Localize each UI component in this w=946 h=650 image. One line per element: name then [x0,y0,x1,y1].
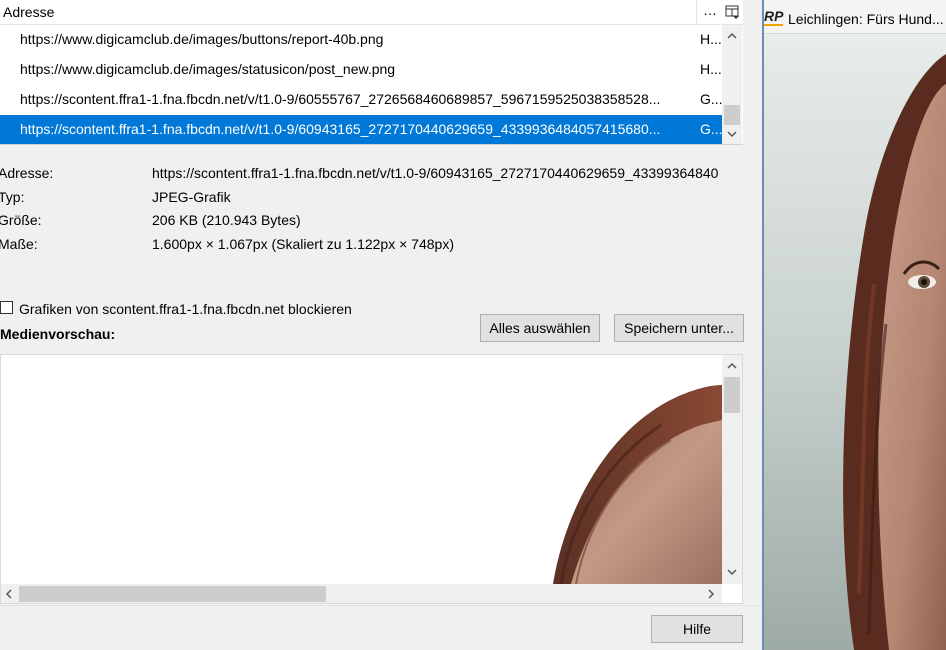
background-browser-window[interactable]: RP Leichlingen: Fürs Hund... [764,0,946,650]
scroll-down-arrow-icon[interactable] [722,563,742,581]
tab-title[interactable]: Leichlingen: Fürs Hund... [788,11,944,27]
type-value: JPEG-Grafik [152,189,231,205]
save-as-button[interactable]: Speichern unter... [614,314,744,342]
column-picker-icon[interactable] [724,4,740,20]
address-value: https://scontent.ffra1-1.fna.fbcdn.net/v… [152,165,719,181]
dimensions-value: 1.600px × 1.067px (Skaliert zu 1.122px ×… [152,236,454,252]
media-preview [0,354,743,604]
media-url: https://scontent.ffra1-1.fna.fbcdn.net/v… [20,91,661,107]
column-header-more[interactable]: … [700,2,720,18]
page-info-dialog: Adresse … https://www.digicamclub.de/ima… [0,0,762,650]
media-list-row[interactable]: https://www.digicamclub.de/images/button… [0,25,722,54]
media-list-row[interactable]: https://www.digicamclub.de/images/status… [0,55,722,84]
media-type: H... [700,61,722,77]
media-url: https://scontent.ffra1-1.fna.fbcdn.net/v… [20,121,661,137]
media-list-row-selected[interactable]: https://scontent.ffra1-1.fna.fbcdn.net/v… [0,115,722,144]
block-images-label[interactable]: Grafiken von scontent.ffra1-1.fna.fbcdn.… [19,301,352,317]
media-type: G... [700,91,722,107]
preview-horizontal-scrollbar[interactable] [1,584,723,603]
rp-logo-icon: RP [764,8,784,26]
column-header-address[interactable]: Adresse [3,4,54,20]
select-all-button[interactable]: Alles auswählen [480,314,600,342]
column-divider[interactable] [696,0,697,24]
media-list[interactable]: https://www.digicamclub.de/images/button… [0,25,743,145]
scroll-left-arrow-icon[interactable] [1,585,21,603]
preview-vertical-scrollbar[interactable] [722,355,742,584]
scroll-up-arrow-icon[interactable] [722,357,742,375]
type-label: Typ: [0,189,25,205]
media-list-scrollbar[interactable] [722,25,742,144]
size-label: Größe: [0,212,42,228]
block-images-checkbox[interactable] [0,301,13,314]
media-url: https://www.digicamclub.de/images/button… [20,31,384,47]
footer-separator [0,605,762,606]
media-list-row[interactable]: https://scontent.ffra1-1.fna.fbcdn.net/v… [0,85,722,114]
scrollbar-thumb[interactable] [19,586,326,602]
preview-image [1,355,722,584]
help-button[interactable]: Hilfe [651,615,743,643]
media-list-header: Adresse … [0,0,743,25]
size-value: 206 KB (210.943 Bytes) [152,212,301,228]
browser-tab[interactable]: RP Leichlingen: Fürs Hund... [764,0,946,34]
article-photo [764,34,946,650]
scroll-right-arrow-icon[interactable] [703,585,723,603]
address-label: Adresse: [0,165,54,181]
media-type: H... [700,31,722,47]
media-url: https://www.digicamclub.de/images/status… [20,61,396,77]
media-preview-title: Medienvorschau: [0,326,116,342]
scrollbar-thumb[interactable] [724,105,740,125]
scroll-down-arrow-icon[interactable] [722,125,742,143]
scrollbar-thumb[interactable] [724,377,740,413]
dimensions-label: Maße: [0,236,38,252]
scroll-up-arrow-icon[interactable] [722,27,742,45]
media-type: G... [700,121,722,137]
